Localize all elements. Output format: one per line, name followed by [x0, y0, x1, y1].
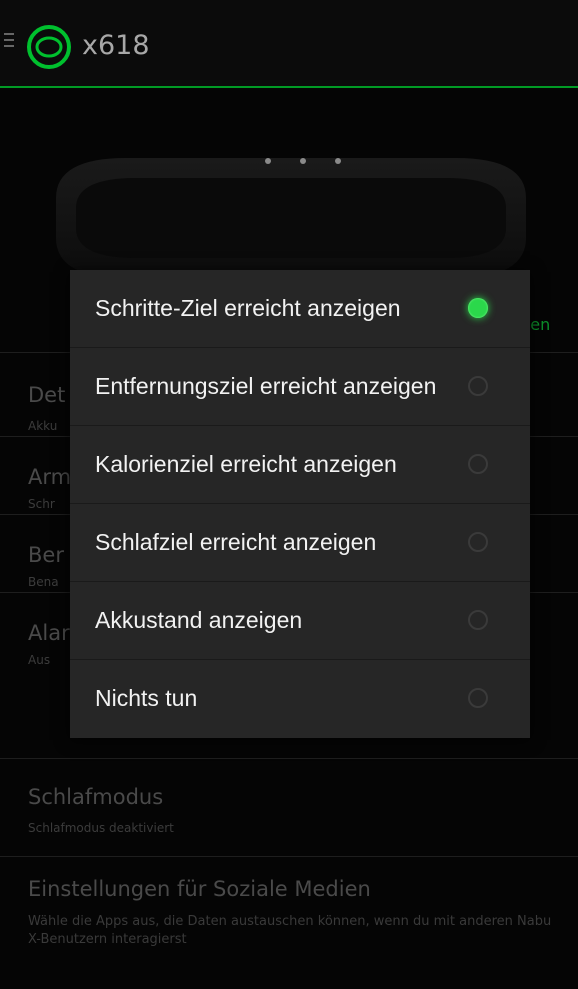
settings-item-title: Schlafmodus	[28, 785, 164, 809]
option-sleep-goal[interactable]: Schlafziel erreicht anzeigen	[70, 504, 530, 582]
settings-item-description: Wähle die Apps aus, die Daten austausche…	[28, 914, 552, 947]
option-steps-goal[interactable]: Schritte-Ziel erreicht anzeigen	[70, 270, 530, 348]
option-do-nothing[interactable]: Nichts tun	[70, 660, 530, 738]
option-battery-level[interactable]: Akkustand anzeigen	[70, 582, 530, 660]
vibration-option-dialog: Schritte-Ziel erreicht anzeigen Entfernu…	[70, 270, 530, 738]
settings-item-sleep-mode[interactable]: Schlafmodus Schlafmodus deaktiviert	[0, 758, 578, 857]
option-calorie-goal[interactable]: Kalorienziel erreicht anzeigen	[70, 426, 530, 504]
option-label: Akkustand anzeigen	[95, 606, 303, 633]
option-label: Schritte-Ziel erreicht anzeigen	[95, 294, 401, 321]
app-screen: x618 nden Det Akku Arm Schr Ber Bena Ala…	[0, 0, 578, 989]
settings-item-subtitle: Bena	[28, 575, 59, 589]
settings-item-subtitle: Aus	[28, 653, 51, 667]
app-header: x618	[0, 0, 578, 88]
option-label: Kalorienziel erreicht anzeigen	[95, 450, 397, 477]
option-label: Schlafziel erreicht anzeigen	[95, 528, 377, 555]
app-title: x618	[82, 30, 150, 61]
settings-item-title: Alar	[28, 621, 70, 645]
radio-selected-icon[interactable]	[468, 298, 488, 318]
radio-unselected-icon[interactable]	[468, 532, 488, 552]
settings-item-title: Ber	[28, 543, 64, 567]
option-distance-goal[interactable]: Entfernungsziel erreicht anzeigen	[70, 348, 530, 426]
radio-unselected-icon[interactable]	[468, 610, 488, 630]
option-label: Nichts tun	[95, 684, 198, 711]
radio-unselected-icon[interactable]	[468, 688, 488, 708]
settings-item-subtitle: Schr	[28, 497, 55, 511]
hamburger-menu-icon[interactable]	[4, 33, 16, 49]
settings-item-title: Arm	[28, 465, 72, 489]
option-label: Entfernungsziel erreicht anzeigen	[95, 372, 437, 399]
settings-item-title: Det	[28, 383, 66, 407]
radio-unselected-icon[interactable]	[468, 454, 488, 474]
nabu-ring-logo-icon[interactable]	[26, 24, 72, 70]
settings-item-subtitle: Akku	[28, 419, 58, 433]
settings-item-social-media[interactable]: Einstellungen für Soziale Medien Wähle d…	[0, 856, 578, 989]
settings-item-title: Einstellungen für Soziale Medien	[28, 877, 371, 901]
radio-unselected-icon[interactable]	[468, 376, 488, 396]
settings-item-subtitle: Schlafmodus deaktiviert	[28, 821, 174, 835]
